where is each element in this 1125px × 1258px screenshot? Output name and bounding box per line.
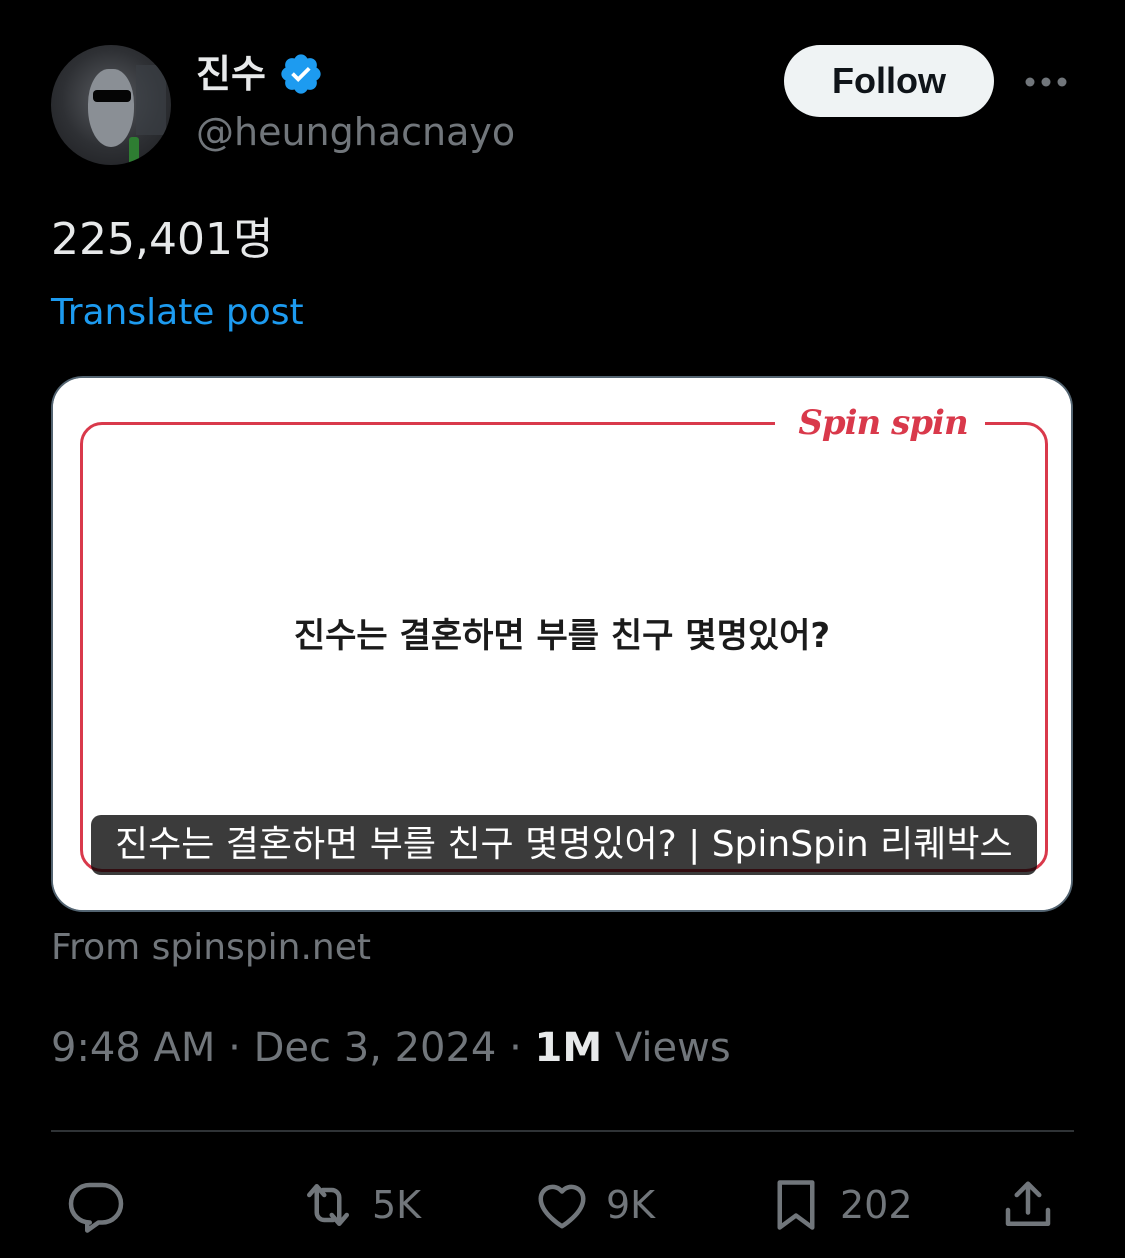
avatar[interactable] — [51, 45, 171, 165]
card-caption: 진수는 결혼하면 부를 친구 몇명있어? | SpinSpin 리퀘박스 — [91, 815, 1037, 875]
avatar-background — [136, 65, 166, 135]
post-header: 진수 @heunghacnayo Follow — [0, 0, 1125, 180]
avatar-face — [88, 69, 134, 147]
avatar-bottle — [129, 137, 139, 165]
user-handle[interactable]: @heunghacnayo — [196, 111, 515, 154]
name-row: 진수 — [196, 48, 324, 100]
card-question: 진수는 결혼하면 부를 친구 몇명있어? — [293, 616, 831, 656]
translate-post-link[interactable]: Translate post — [51, 291, 304, 334]
spinspin-logo: Spin spin — [798, 403, 968, 443]
repost-icon — [307, 1184, 349, 1226]
post-text: 225,401명 — [51, 214, 274, 265]
more-button[interactable] — [1018, 62, 1074, 102]
divider — [51, 1130, 1074, 1132]
action-bar: 5K 9K 202 — [0, 1160, 1125, 1250]
verified-check-icon — [281, 54, 321, 94]
share-icon — [1005, 1181, 1051, 1226]
repost-button[interactable]: 5K — [298, 1160, 421, 1250]
post-time[interactable]: 9:48 AM — [51, 1025, 215, 1071]
views-count: 1M — [534, 1025, 603, 1071]
like-count: 9K — [606, 1183, 656, 1227]
follow-button[interactable]: Follow — [784, 45, 994, 117]
bookmark-icon — [777, 1180, 815, 1230]
avatar-sunglasses — [93, 90, 131, 102]
share-button[interactable] — [998, 1160, 1058, 1250]
more-horizontal-icon — [1025, 77, 1067, 87]
meta-separator: · — [228, 1025, 241, 1071]
display-name[interactable]: 진수 — [196, 55, 266, 93]
bookmark-count: 202 — [840, 1183, 913, 1227]
card-image: Spin spin 진수는 결혼하면 부를 친구 몇명있어? 진수는 결혼하면 … — [53, 378, 1071, 910]
meta-separator: · — [509, 1025, 522, 1071]
card-source[interactable]: From spinspin.net — [51, 926, 371, 969]
like-button[interactable]: 9K — [532, 1160, 655, 1250]
repost-count: 5K — [372, 1183, 422, 1227]
link-card[interactable]: Spin spin 진수는 결혼하면 부를 친구 몇명있어? 진수는 결혼하면 … — [51, 376, 1073, 912]
post-date[interactable]: Dec 3, 2024 — [254, 1025, 497, 1071]
post-meta: 9:48 AM · Dec 3, 2024 · 1M Views — [51, 1024, 731, 1072]
views-label: Views — [614, 1025, 731, 1071]
reply-icon — [68, 1182, 124, 1233]
bookmark-button[interactable]: 202 — [766, 1160, 913, 1250]
reply-button[interactable] — [66, 1160, 126, 1250]
heart-icon — [538, 1184, 586, 1229]
